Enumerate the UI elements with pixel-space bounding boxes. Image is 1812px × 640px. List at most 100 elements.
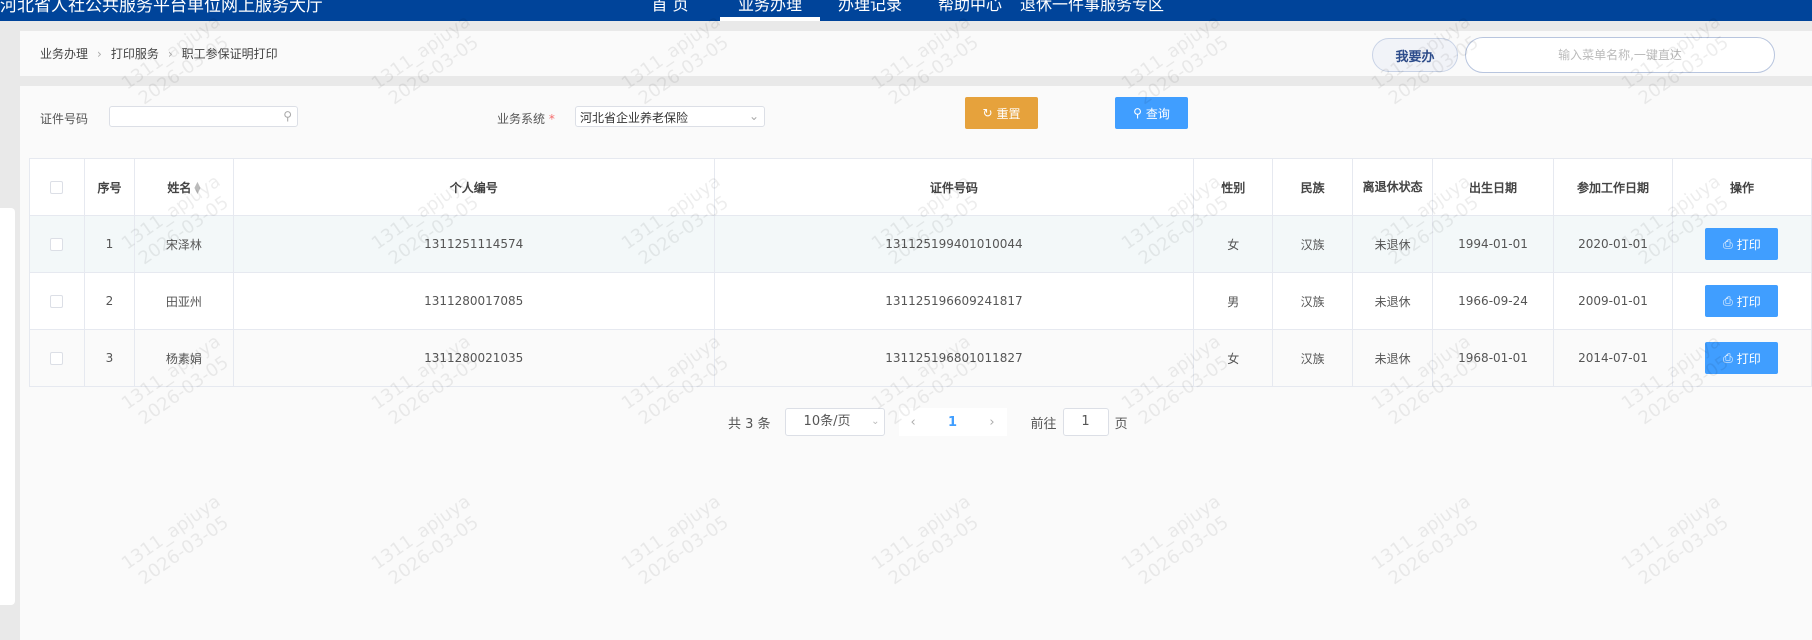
reset-label: 重置 xyxy=(996,106,1021,121)
cell-no: 2 xyxy=(83,272,135,330)
col-header: 离退休状态 xyxy=(1352,158,1434,216)
id-number-label: 证件号码 xyxy=(40,112,89,126)
system-label: 业务系统 * xyxy=(497,110,555,127)
cell-idno: 131125199401010044 xyxy=(713,215,1195,273)
search-icon: ⚲ xyxy=(1133,106,1142,120)
main-panel: 证件号码 ⚲ 业务系统 * 河北省企业养老保险 ⌄ ↻ 重置 ⚲ 查询 序号 姓名 ▲… xyxy=(20,86,1812,640)
collapsed-sidebar[interactable] xyxy=(0,208,15,605)
cell-no: 1 xyxy=(83,215,135,273)
row-select[interactable] xyxy=(29,215,85,273)
query-button[interactable]: ⚲ 查询 xyxy=(1115,97,1188,129)
sort-icon[interactable]: ▲ ▼ xyxy=(194,181,200,195)
col-header: 序号 xyxy=(83,158,135,216)
printer-icon: ⎙ xyxy=(1723,236,1733,251)
cell-pid: 1311280017085 xyxy=(232,272,715,330)
system-label-text: 业务系统 xyxy=(497,112,546,126)
next-page-icon[interactable]: › xyxy=(989,415,994,430)
refresh-icon: ↻ xyxy=(982,106,993,120)
cell-idno: 131125196801011827 xyxy=(713,329,1195,387)
nav-business[interactable]: 业务办理 xyxy=(720,0,820,15)
active-nav-indicator xyxy=(720,17,820,21)
cell-action: ⎙ 打印 xyxy=(1671,329,1812,387)
row-select[interactable] xyxy=(29,329,85,387)
goto-label: 前往 xyxy=(1030,416,1057,432)
cell-status: 未退休 xyxy=(1352,329,1434,387)
page-number[interactable]: 1 xyxy=(948,415,957,430)
chevron-down-icon: ⌄ xyxy=(748,109,759,123)
pagination: 共 3 条 10条/页 ⌄ ‹ 1 › 前往 1 页 xyxy=(728,408,1128,436)
system-select[interactable]: 河北省企业养老保险 ⌄ xyxy=(575,106,765,127)
table-row: 3 杨素娟 1311280021035 131125196801011827 女… xyxy=(29,329,1812,387)
col-header: 民族 xyxy=(1272,158,1354,216)
cell-nation: 汉族 xyxy=(1272,215,1354,273)
cell-birth: 1994-01-01 xyxy=(1432,215,1554,273)
chevron-right-icon: › xyxy=(97,46,102,61)
query-label: 查询 xyxy=(1145,106,1170,121)
col-header: 证件号码 xyxy=(713,158,1195,216)
select-all-checkbox[interactable] xyxy=(50,181,64,194)
breadcrumb-bar: 业务办理 › 打印服务 › 职工参保证明打印 我要办 输入菜单名称,一键直达 xyxy=(20,31,1812,76)
table-row: 2 田亚州 1311280017085 131125196609241817 男… xyxy=(29,272,1812,330)
print-label: 打印 xyxy=(1736,237,1761,252)
col-header-name-text: 姓名 xyxy=(167,180,192,195)
row-checkbox[interactable] xyxy=(50,352,64,365)
nav-retirement[interactable]: 退休一件事服务专区 xyxy=(1020,0,1164,15)
cell-name: 宋泽林 xyxy=(133,215,234,273)
menu-search-input[interactable]: 输入菜单名称,一键直达 xyxy=(1465,37,1775,73)
main-nav: 首 页 业务办理 办理记录 帮助中心 退休一件事服务专区 xyxy=(620,0,1164,15)
pager: ‹ 1 › xyxy=(898,408,1007,436)
row-select[interactable] xyxy=(29,272,85,330)
col-header: 操作 xyxy=(1671,158,1812,216)
id-number-input[interactable]: ⚲ xyxy=(109,106,298,127)
cell-name: 田亚州 xyxy=(133,272,234,330)
cell-no: 3 xyxy=(83,329,135,387)
table-header: 序号 姓名 ▲ ▼ 个人编号 证件号码 性别 民族 离退休状态 出生日期 参加工作日… xyxy=(29,158,1812,216)
cell-birth: 1968-01-01 xyxy=(1432,329,1554,387)
breadcrumb-current: 职工参保证明打印 xyxy=(181,47,278,61)
total-count: 共 3 条 xyxy=(728,416,771,432)
breadcrumb-item[interactable]: 业务办理 xyxy=(40,45,88,62)
breadcrumb-item[interactable]: 打印服务 xyxy=(111,45,159,62)
cell-work: 2009-01-01 xyxy=(1553,272,1673,330)
print-button[interactable]: ⎙ 打印 xyxy=(1705,342,1779,374)
page-size-select[interactable]: 10条/页 ⌄ xyxy=(784,408,885,436)
reset-button[interactable]: ↻ 重置 xyxy=(965,97,1038,129)
goto-page-input[interactable]: 1 xyxy=(1062,408,1109,436)
cell-work: 2014-07-01 xyxy=(1553,329,1673,387)
printer-icon: ⎙ xyxy=(1723,293,1733,308)
print-button[interactable]: ⎙ 打印 xyxy=(1705,228,1779,260)
col-header-name[interactable]: 姓名 ▲ ▼ xyxy=(133,158,234,216)
want-to-do-button[interactable]: 我要办 xyxy=(1372,38,1458,72)
cell-action: ⎙ 打印 xyxy=(1671,215,1812,273)
cell-work: 2020-01-01 xyxy=(1553,215,1673,273)
cell-name: 杨素娟 xyxy=(133,329,234,387)
cell-gender: 女 xyxy=(1193,329,1274,387)
required-mark: * xyxy=(548,112,555,126)
cell-idno: 131125196609241817 xyxy=(713,272,1195,330)
search-icon: ⚲ xyxy=(283,109,292,123)
cell-birth: 1966-09-24 xyxy=(1432,272,1554,330)
print-button[interactable]: ⎙ 打印 xyxy=(1705,285,1779,317)
prev-page-icon[interactable]: ‹ xyxy=(911,415,916,430)
cell-status: 未退休 xyxy=(1352,215,1434,273)
nav-help[interactable]: 帮助中心 xyxy=(920,0,1020,15)
print-label: 打印 xyxy=(1736,351,1761,366)
chevron-down-icon: ⌄ xyxy=(871,416,880,427)
top-nav-bar: 河北省人社公共服务平台单位网上服务大厅 首 页 业务办理 办理记录 帮助中心 退… xyxy=(0,0,1812,21)
col-header: 参加工作日期 xyxy=(1553,158,1673,216)
cell-gender: 男 xyxy=(1193,272,1274,330)
cell-pid: 1311251114574 xyxy=(232,215,715,273)
page-size-value: 10条/页 xyxy=(803,414,851,429)
page-unit: 页 xyxy=(1114,416,1128,432)
row-checkbox[interactable] xyxy=(50,238,64,251)
col-header: 出生日期 xyxy=(1432,158,1554,216)
table-row: 1 宋泽林 1311251114574 131125199401010044 女… xyxy=(29,215,1812,273)
select-all-cell[interactable] xyxy=(29,158,85,216)
cell-status: 未退休 xyxy=(1352,272,1434,330)
nav-records[interactable]: 办理记录 xyxy=(820,0,920,15)
nav-home[interactable]: 首 页 xyxy=(620,0,720,15)
col-header: 性别 xyxy=(1193,158,1274,216)
cell-action: ⎙ 打印 xyxy=(1671,272,1812,330)
print-label: 打印 xyxy=(1736,294,1761,309)
row-checkbox[interactable] xyxy=(50,295,64,308)
